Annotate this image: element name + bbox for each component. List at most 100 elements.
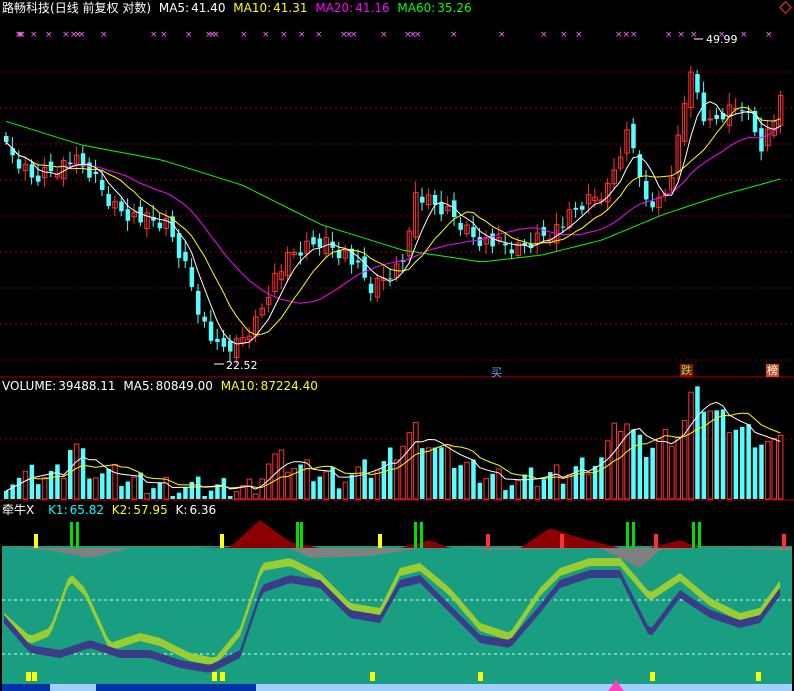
- candle-down: [106, 194, 111, 206]
- upper-red-band: [4, 520, 792, 548]
- fall-marker[interactable]: 跌: [680, 364, 693, 377]
- volume-bars[interactable]: [4, 386, 784, 500]
- volume-bar-down: [720, 409, 726, 499]
- volume-bar-up: [61, 477, 67, 500]
- x-mark: ×: [150, 30, 158, 40]
- volume-bar-down: [228, 496, 233, 499]
- candle-down: [208, 321, 214, 341]
- ma5-line: [5, 101, 781, 345]
- bottom-marker: [650, 672, 655, 681]
- volume-bar-down: [490, 473, 495, 499]
- candle-down: [490, 233, 495, 247]
- candle-down: [388, 278, 393, 280]
- x-mark: ×: [262, 30, 270, 40]
- volume-bar-up: [93, 477, 99, 500]
- volume-bar-up: [669, 445, 675, 500]
- k1-label: K1:: [48, 503, 68, 517]
- candle-down: [183, 251, 188, 262]
- k1-value: 65.82: [69, 503, 104, 517]
- ma10-line: [5, 106, 781, 336]
- candlestick-series[interactable]: [4, 66, 784, 365]
- x-mark: ×: [100, 30, 108, 40]
- volume-chart[interactable]: [0, 377, 794, 501]
- signal-bar-green: [296, 522, 299, 548]
- candle-down: [356, 260, 361, 263]
- volume-bar-down: [759, 444, 764, 499]
- x-mark: ×: [62, 30, 70, 40]
- volume-bar-up: [374, 469, 381, 500]
- x-mark: ×: [380, 30, 388, 40]
- volume-bar-down: [362, 459, 367, 499]
- x-mark: ×: [30, 30, 38, 40]
- volume-bar-down: [119, 486, 124, 499]
- volume-bar-down: [311, 481, 316, 499]
- indicator-name[interactable]: 牵牛X: [2, 503, 34, 517]
- volume-bar-up: [656, 438, 662, 500]
- signal-bar-green: [626, 522, 629, 548]
- candle-down: [16, 159, 22, 169]
- candle-down: [573, 207, 579, 210]
- x-mark: ×: [575, 30, 583, 40]
- x-mark: ×: [414, 30, 422, 40]
- x-mark: ×: [665, 30, 673, 40]
- candle-down: [125, 209, 131, 221]
- volume-bar-down: [202, 496, 207, 499]
- candle-down: [157, 222, 163, 229]
- candle-down: [368, 283, 374, 294]
- signal-bar-green: [692, 522, 695, 548]
- candle-down: [432, 195, 438, 205]
- indicator-chart[interactable]: [0, 520, 794, 691]
- volume-bar-up: [605, 440, 611, 500]
- indicator-header: 牵牛X K1: 65.82 K2: 57.95 K: 6.36: [2, 503, 220, 517]
- volume-bar-down: [503, 490, 508, 499]
- bottom-strip-dark: [2, 684, 50, 691]
- volume-bar-up: [771, 437, 777, 500]
- volume-bar-down: [80, 448, 86, 499]
- candle-down: [4, 136, 9, 142]
- volume-bar-up: [246, 478, 253, 500]
- high-price-label: 49.99: [706, 33, 738, 46]
- volume-bar-up: [777, 434, 784, 500]
- rank-marker[interactable]: 榜: [766, 364, 779, 377]
- volume-bar-up: [406, 432, 413, 500]
- volume-bar-up: [483, 478, 489, 500]
- signal-bar: [560, 534, 564, 548]
- signal-bar: [782, 534, 786, 548]
- bottom-marker: [32, 672, 37, 681]
- volume-bar-down: [541, 479, 547, 499]
- volume-bar-down: [87, 478, 92, 499]
- volume-bar-up: [534, 485, 541, 500]
- bottom-marker: [756, 672, 761, 681]
- candle-down: [695, 74, 700, 93]
- x-mark: ×: [540, 30, 548, 40]
- volume-bar-down: [714, 410, 719, 499]
- candle-down: [189, 267, 195, 287]
- x-mark: ×: [212, 30, 220, 40]
- volume-bar-down: [55, 464, 60, 499]
- k2-label: K2:: [111, 503, 132, 517]
- volume-bar-down: [349, 474, 355, 499]
- volume-bar-down: [36, 484, 41, 499]
- x-mark: ×: [450, 30, 458, 40]
- volume-bar-down: [221, 478, 227, 499]
- volume-bar-down: [106, 468, 111, 499]
- volume-bar-up: [304, 459, 310, 500]
- candle-down: [36, 175, 41, 182]
- signal-bar-green: [70, 522, 73, 548]
- volume-bar-down: [298, 464, 303, 499]
- candle-down: [93, 171, 99, 174]
- volume-bar-up: [425, 447, 432, 500]
- volume-bar-up: [393, 459, 400, 500]
- volume-bar-down: [176, 492, 182, 499]
- x-mark: ×: [280, 30, 288, 40]
- volume-bar-up: [278, 449, 285, 500]
- volume-bar-down: [317, 476, 323, 499]
- candle-down: [740, 110, 745, 112]
- candle-down: [644, 181, 649, 200]
- candle-down: [759, 128, 764, 152]
- x-mark: ×: [765, 30, 773, 40]
- price-chart[interactable]: ××× × × × ××× × × × × ××× × × × × × ××× × ××× × × × × × × × × × × × ×…: [0, 0, 794, 378]
- volume-bar-down: [695, 386, 700, 499]
- volume-bar-up: [131, 476, 137, 500]
- volume-bar-up: [688, 391, 694, 500]
